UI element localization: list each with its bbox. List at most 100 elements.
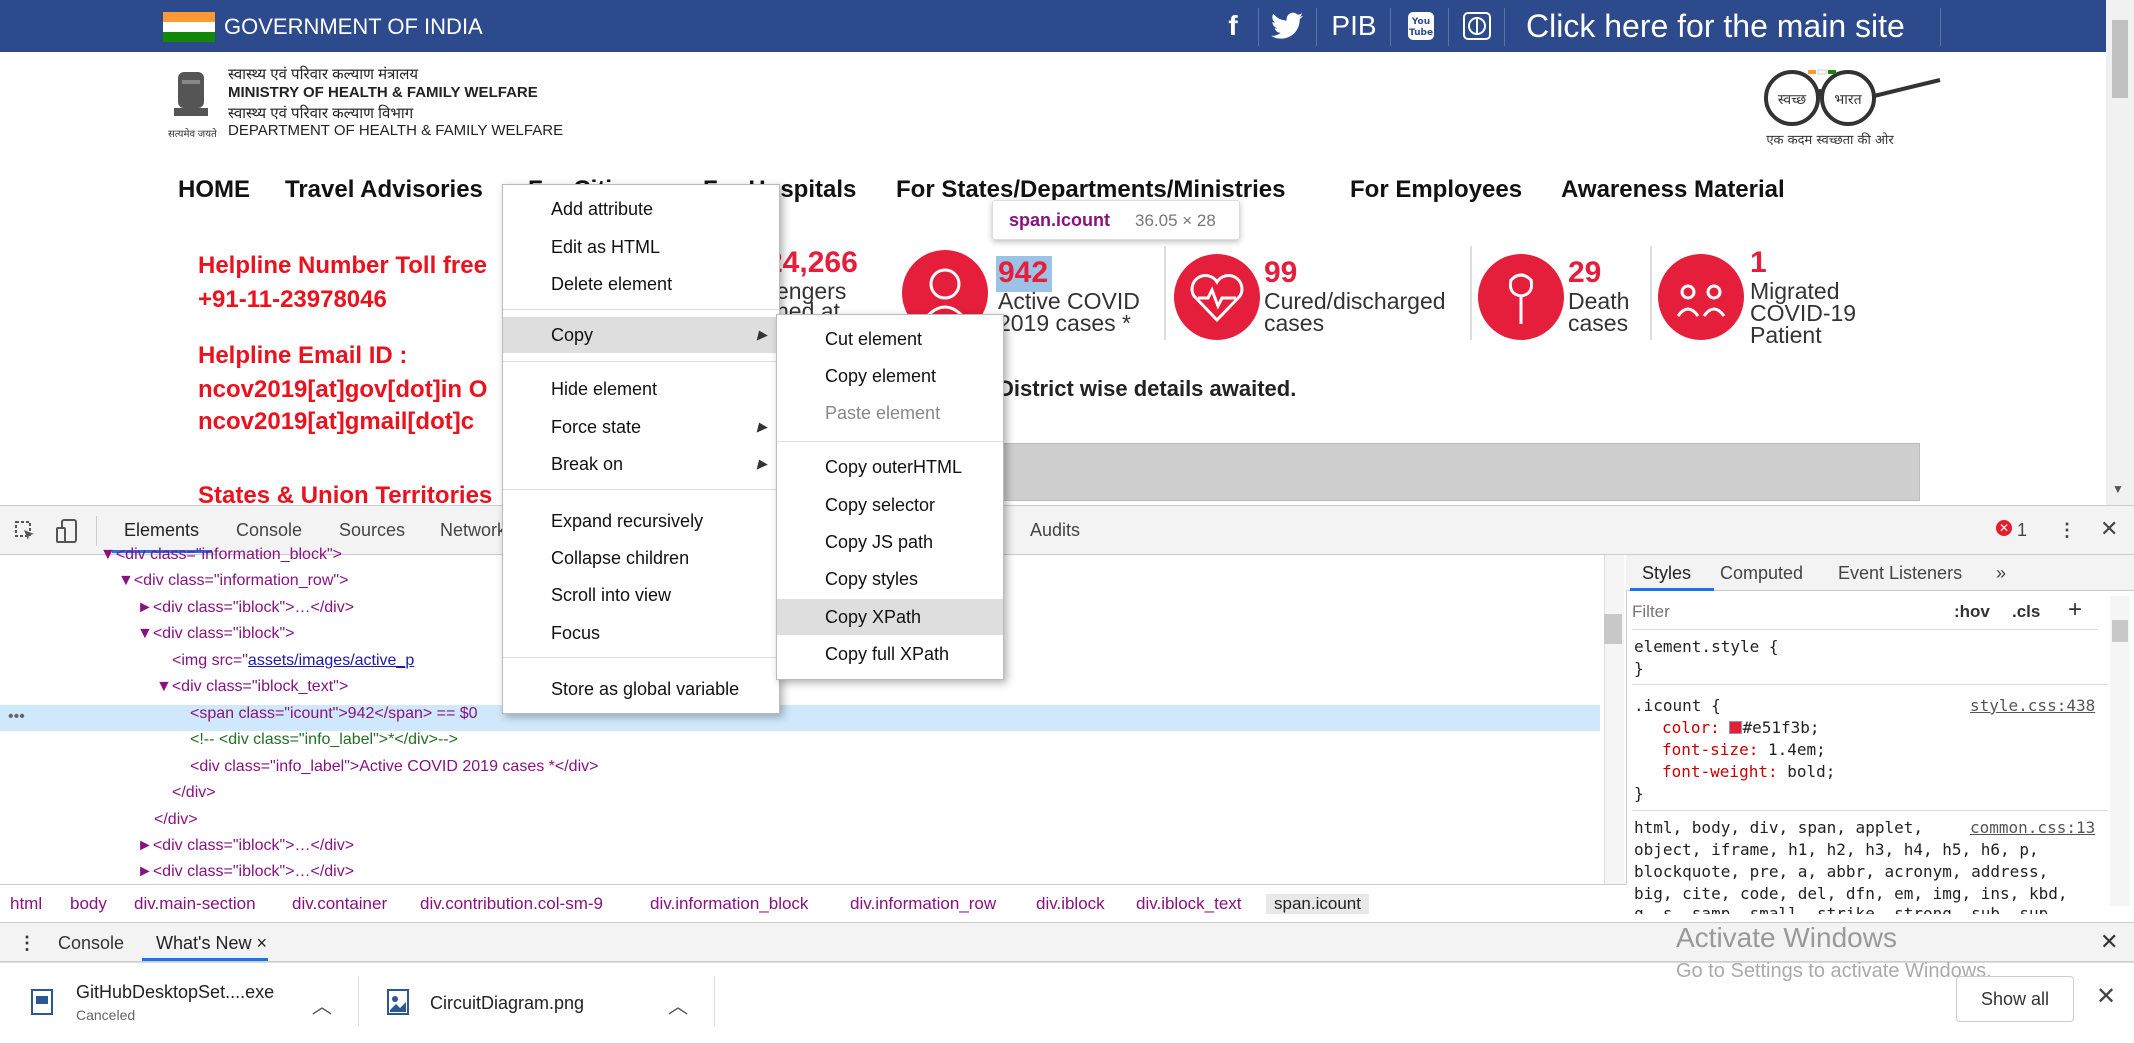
drawer-tab-console[interactable]: Console [58, 933, 124, 954]
crumb-information-block[interactable]: div.information_block [650, 894, 808, 914]
code-line-span-icount[interactable]: <span class="icount">942</span> == $0 [190, 705, 478, 723]
submenu-copy-xpath[interactable]: Copy XPath [777, 599, 1003, 635]
tab-sources[interactable]: Sources [339, 520, 405, 541]
pib-link[interactable]: PIB [1326, 8, 1382, 44]
helpline-email-2[interactable]: ncov2019[at]gmail[dot]c [198, 408, 474, 436]
code-line-close-div-1[interactable]: </div> [172, 784, 216, 802]
element-style-selector[interactable]: element.style { [1634, 637, 1779, 656]
scroll-down-arrow[interactable]: ▼ [2112, 482, 2124, 496]
crumb-container[interactable]: div.container [292, 894, 387, 914]
elements-scrollbar[interactable] [1604, 555, 1624, 884]
crumb-contribution[interactable]: div.contribution.col-sm-9 [420, 894, 603, 914]
font-size-declaration[interactable]: font-size: 1.4em; [1662, 740, 1826, 759]
reset-selector-line-1[interactable]: html, body, div, span, applet, [1634, 818, 1923, 837]
drawer-tab-whats-new[interactable]: What's New × [156, 933, 267, 954]
download-2-name[interactable]: CircuitDiagram.png [430, 993, 584, 1014]
menu-hide-element[interactable]: Hide element [503, 371, 779, 407]
close-drawer-icon[interactable]: ✕ [2100, 929, 2118, 955]
crumb-information-row[interactable]: div.information_row [850, 894, 996, 914]
code-line-iblock-2[interactable]: ▼<div class="iblock"> [137, 625, 294, 643]
menu-expand-recursively[interactable]: Expand recursively [503, 503, 779, 539]
menu-edit-as-html[interactable]: Edit as HTML [503, 229, 779, 265]
font-weight-declaration[interactable]: font-weight: bold; [1662, 762, 1835, 781]
styles-scrollbar[interactable] [2110, 596, 2130, 906]
nav-home[interactable]: HOME [178, 176, 250, 204]
error-count[interactable]: 1 [2017, 520, 2027, 541]
who-icon[interactable] [1460, 8, 1494, 50]
error-icon[interactable]: ✕ [1996, 520, 2012, 536]
submenu-copy-selector[interactable]: Copy selector [777, 487, 1003, 523]
tab-computed[interactable]: Computed [1720, 563, 1803, 584]
menu-add-attribute[interactable]: Add attribute [503, 191, 779, 227]
crumb-iblock-text[interactable]: div.iblock_text [1136, 894, 1242, 914]
page-scroll-thumb[interactable] [2112, 20, 2128, 98]
more-options-icon[interactable]: ⋮ [2058, 520, 2076, 541]
tab-network[interactable]: Network [440, 520, 502, 541]
tab-event-listeners[interactable]: Event Listeners [1838, 563, 1962, 584]
nav-for-employees[interactable]: For Employees [1350, 176, 1522, 204]
code-line-information-block[interactable]: ▼<div class="information_block"> [100, 546, 342, 564]
code-line-img[interactable]: <img src="assets/images/active_p [172, 652, 414, 670]
nav-travel-advisories[interactable]: Travel Advisories [285, 176, 483, 204]
crumb-main-section[interactable]: div.main-section [134, 894, 256, 914]
youtube-icon[interactable]: You Tube [1404, 8, 1438, 51]
menu-collapse-children[interactable]: Collapse children [503, 540, 779, 576]
menu-store-as-global-variable[interactable]: Store as global variable [503, 671, 779, 707]
close-devtools-icon[interactable]: ✕ [2100, 516, 2118, 542]
crumb-iblock[interactable]: div.iblock [1036, 894, 1105, 914]
drawer-menu-icon[interactable]: ⋮ [18, 933, 36, 954]
code-line-information-row[interactable]: ▼<div class="information_row"> [118, 572, 348, 590]
download-1-chevron-icon[interactable]: ︿ [312, 990, 332, 1019]
cls-toggle[interactable]: .cls [2012, 602, 2040, 622]
node-dots[interactable]: ••• [8, 708, 25, 726]
code-line-close-div-2[interactable]: </div> [154, 811, 198, 829]
facebook-icon[interactable]: f [1218, 8, 1248, 44]
code-line-iblock-1[interactable]: ►<div class="iblock">…</div> [137, 599, 354, 617]
icount-selector[interactable]: .icount { [1634, 696, 1721, 715]
hov-toggle[interactable]: :hov [1954, 602, 1990, 622]
code-line-comment[interactable]: <!-- <div class="info_label">*</div>--> [190, 731, 458, 749]
crumb-body[interactable]: body [70, 894, 107, 914]
tab-console[interactable]: Console [236, 520, 302, 541]
submenu-copy-styles[interactable]: Copy styles [777, 561, 1003, 597]
tab-more-icon[interactable]: » [1996, 563, 2006, 584]
submenu-copy-outerhtml[interactable]: Copy outerHTML [777, 449, 1003, 485]
helpline-email-1[interactable]: ncov2019[at]gov[dot]in O [198, 376, 487, 404]
new-rule-icon[interactable]: + [2068, 596, 2082, 624]
styles-scroll-thumb[interactable] [2112, 620, 2128, 642]
tab-elements[interactable]: Elements [124, 520, 199, 541]
submenu-copy-element[interactable]: Copy element [777, 358, 1003, 394]
icount-source-link[interactable]: style.css:438 [1970, 696, 2095, 715]
inspect-element-icon[interactable] [14, 520, 36, 542]
download-1-name[interactable]: GitHubDesktopSet....exe [76, 982, 274, 1003]
code-line-info-label[interactable]: <div class="info_label">Active COVID 201… [190, 758, 598, 776]
code-line-iblock-3[interactable]: ►<div class="iblock">…</div> [137, 837, 354, 855]
styles-filter-input[interactable] [1632, 598, 1938, 626]
nav-awareness-material[interactable]: Awareness Material [1561, 176, 1785, 204]
tab-audits[interactable]: Audits [1030, 520, 1080, 541]
code-line-iblock-4[interactable]: ►<div class="iblock">…</div> [137, 863, 354, 881]
common-css-link[interactable]: common.css:13 [1970, 818, 2095, 837]
menu-delete-element[interactable]: Delete element [503, 266, 779, 302]
device-toolbar-icon[interactable] [56, 518, 78, 544]
main-site-link[interactable]: Click here for the main site [1526, 8, 1905, 45]
twitter-icon[interactable] [1270, 8, 1304, 49]
code-line-iblock-text[interactable]: ▼<div class="iblock_text"> [156, 678, 348, 696]
submenu-copy-full-xpath[interactable]: Copy full XPath [777, 636, 1003, 672]
close-download-bar-icon[interactable]: ✕ [2096, 982, 2116, 1011]
crumb-html[interactable]: html [10, 894, 42, 914]
submenu-cut-element[interactable]: Cut element [777, 321, 1003, 357]
menu-scroll-into-view[interactable]: Scroll into view [503, 577, 779, 613]
img-src-link[interactable]: assets/images/active_p [248, 652, 414, 669]
menu-break-on[interactable]: Break on ▶ [503, 446, 779, 482]
menu-force-state[interactable]: Force state ▶ [503, 409, 779, 445]
crumb-span-icount[interactable]: span.icount [1266, 894, 1369, 914]
menu-copy[interactable]: Copy ▶ [503, 317, 779, 353]
tab-styles[interactable]: Styles [1642, 563, 1691, 584]
color-swatch[interactable] [1729, 721, 1743, 734]
menu-focus[interactable]: Focus [503, 615, 779, 651]
show-all-button[interactable]: Show all [1956, 976, 2074, 1022]
download-2-chevron-icon[interactable]: ︿ [668, 990, 688, 1019]
elements-scroll-thumb[interactable] [1604, 614, 1622, 644]
submenu-copy-js-path[interactable]: Copy JS path [777, 524, 1003, 560]
